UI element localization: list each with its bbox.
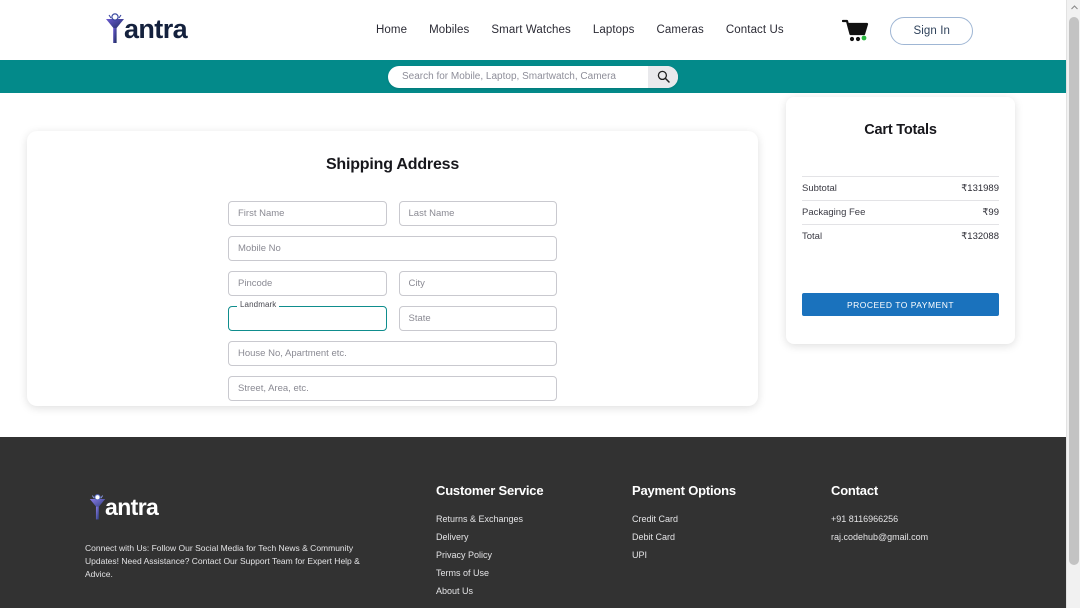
totals-row-total: Total ₹132088 [802,224,999,248]
totals-row-packaging-fee: Packaging Fee ₹99 [802,200,999,224]
shopping-cart-icon[interactable] [842,18,870,44]
city-field[interactable]: City [398,271,557,296]
pincode-field[interactable]: Pincode [228,271,387,296]
city-placeholder: City [408,278,425,289]
nav-item-home[interactable]: Home [376,24,407,36]
contact-email: raj.codehub@gmail.com [831,532,929,542]
site-header: antra Home Mobiles Smart Watches Laptops… [0,0,1066,60]
customer-service-title: Customer Service [436,483,544,498]
search-box[interactable] [388,65,678,88]
scrollbar-thumb[interactable] [1069,17,1079,565]
street-field[interactable]: Street, Area, etc. [228,376,557,401]
street-placeholder: Street, Area, etc. [238,383,309,394]
form-row-house: House No, Apartment etc. [228,341,557,366]
nav-item-cameras[interactable]: Cameras [657,24,704,36]
form-row-mobile: Mobile No [228,236,557,261]
form-row-landmark-state: Landmark State [228,300,557,331]
footer-description: Connect with Us: Follow Our Social Media… [85,543,360,580]
footer-link-terms-of-use[interactable]: Terms of Use [436,568,543,578]
payment-options-title: Payment Options [632,483,736,498]
footer-column-payment-options: Payment Options Credit Card Debit Card U… [632,483,736,568]
header-actions: Sign In [842,17,973,45]
house-no-field[interactable]: House No, Apartment etc. [228,341,557,366]
mobile-no-placeholder: Mobile No [238,243,281,254]
contact-title: Contact [831,483,878,498]
form-row-pincode-city: Pincode City [228,271,557,296]
payment-option-credit-card: Credit Card [632,514,679,524]
pincode-placeholder: Pincode [238,278,273,289]
landmark-field[interactable]: Landmark [228,300,387,331]
footer-link-privacy-policy[interactable]: Privacy Policy [436,550,543,560]
footer-link-about-us[interactable]: About Us [436,586,543,596]
first-name-field[interactable]: First Name [228,201,387,226]
nav-item-laptops[interactable]: Laptops [593,24,635,36]
yantra-emblem-icon [104,12,126,46]
page-viewport: antra Home Mobiles Smart Watches Laptops… [0,0,1066,608]
footer-brand-logo[interactable]: antra [88,493,159,522]
last-name-placeholder: Last Name [408,208,455,219]
chevron-up-icon [1070,5,1078,10]
search-submit-button[interactable] [648,65,678,88]
payment-option-upi: UPI [632,550,648,560]
nav-item-contact-us[interactable]: Contact Us [726,24,784,36]
site-footer: antra Connect with Us: Follow Our Social… [0,437,1066,608]
form-row-name: First Name Last Name [228,201,557,226]
yantra-emblem-icon [88,493,107,522]
nav-item-smart-watches[interactable]: Smart Watches [491,24,570,36]
first-name-placeholder: First Name [238,208,285,219]
footer-column-contact: Contact +91 8116966256 raj.codehub@gmail… [831,483,928,550]
sign-in-button[interactable]: Sign In [890,17,973,45]
footer-link-delivery[interactable]: Delivery [436,532,543,542]
mobile-no-field[interactable]: Mobile No [228,236,557,261]
subtotal-value: ₹131989 [961,183,999,194]
main-content: Shipping Address First Name Last Name Mo… [0,93,1066,437]
footer-brand-name: antra [105,494,159,520]
brand-logo[interactable]: antra [104,12,188,46]
form-row-street: Street, Area, etc. [228,376,557,401]
state-field[interactable]: State [398,306,557,331]
proceed-to-payment-button[interactable]: PROCEED TO PAYMENT [802,293,999,316]
search-icon [657,70,670,83]
totals-row-subtotal: Subtotal ₹131989 [802,176,999,200]
payment-option-debit-card: Debit Card [632,532,676,542]
page-root: antra Home Mobiles Smart Watches Laptops… [0,0,1080,608]
state-placeholder: State [408,313,431,324]
cart-totals-list: Subtotal ₹131989 Packaging Fee ₹99 Total… [802,176,999,248]
subtotal-label: Subtotal [802,183,837,194]
footer-link-returns-exchanges[interactable]: Returns & Exchanges [436,514,543,524]
house-no-placeholder: House No, Apartment etc. [238,348,347,359]
scroll-up-button[interactable] [1067,0,1080,15]
last-name-field[interactable]: Last Name [398,201,557,226]
packaging-fee-label: Packaging Fee [802,207,866,218]
shipping-form: First Name Last Name Mobile No Pincode C… [228,201,557,401]
nav-item-mobiles[interactable]: Mobiles [429,24,469,36]
total-label: Total [802,231,823,242]
page-scrollbar[interactable] [1066,0,1080,608]
footer-column-customer-service: Customer Service Returns & Exchanges Del… [436,483,544,604]
landmark-floating-label: Landmark [237,300,280,309]
main-nav: Home Mobiles Smart Watches Laptops Camer… [376,24,784,36]
shipping-address-card: Shipping Address First Name Last Name Mo… [27,131,758,406]
page-title: Shipping Address [325,156,460,173]
total-value: ₹132088 [961,231,999,242]
cart-totals-card: Cart Totals Subtotal ₹131989 Packaging F… [786,97,1015,344]
contact-phone: +91 8116966256 [831,514,899,524]
packaging-fee-value: ₹99 [982,207,999,218]
cart-totals-title: Cart Totals [864,122,937,138]
search-band [0,60,1066,93]
brand-name: antra [124,13,188,44]
search-input[interactable] [402,71,630,82]
